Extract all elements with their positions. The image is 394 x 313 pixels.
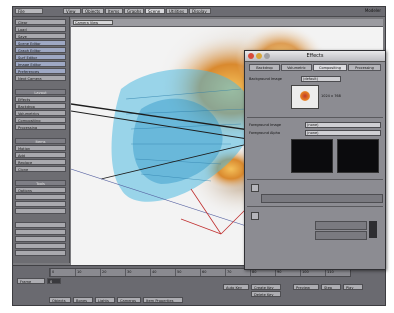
top-menu-bar: File View Objects Items Graphs Scene Uti… [13,7,385,17]
sidebar-header-tools: Tools [15,180,66,186]
cameras-button[interactable]: Cameras [117,297,141,303]
divider [247,206,383,207]
sidebar-item-save[interactable]: Save [15,33,66,39]
background-image-label: Background Image [249,77,282,81]
tab-compositing[interactable]: Compositing [313,64,347,71]
sidebar-item-backdrop[interactable]: Backdrop [15,103,66,109]
sidebar-item-surf-editor[interactable]: Surf Editor [15,54,66,60]
foreground-image-select[interactable]: (none) [305,122,381,128]
sidebar-item-blank-2[interactable] [15,201,66,207]
tab-graphs[interactable]: Graphs [124,8,144,14]
divider [247,179,383,180]
sidebar-item-clone[interactable]: Clone [15,166,66,172]
sidebar-item-image-editor[interactable]: Image Editor [15,61,66,67]
background-image-select[interactable]: (default) [301,76,341,82]
sidebar-item-options[interactable]: Options [15,187,66,193]
tab-utilities[interactable]: Utilities [166,8,188,14]
sidebar-item-add[interactable]: Add [15,152,66,158]
timeline-tick-label: 0 [52,270,55,274]
sidebar-item-load[interactable]: Load [15,26,66,32]
value-field[interactable] [315,221,367,230]
divider [247,117,383,118]
create-key-button[interactable]: Create Key [251,284,281,290]
minimize-icon[interactable] [256,53,262,59]
bones-button[interactable]: Bones [73,297,93,303]
close-icon[interactable] [248,53,254,59]
timeline-tick-label: 80 [252,270,257,274]
file-menu-button[interactable]: File [15,8,43,14]
sidebar-item-clear[interactable]: Clear [15,19,66,25]
foreground-alpha-select[interactable]: (none) [305,130,381,136]
tab-processing[interactable]: Processing [348,64,381,71]
alpha-preview [337,139,379,173]
sidebar-item-blank-5[interactable] [15,229,66,235]
sidebar-item-next-camera[interactable]: Next Camera [15,75,66,81]
sidebar-item-blank-8[interactable] [15,250,66,256]
timeline-tick-label: 50 [177,270,182,274]
viewport-header: Camera View [71,19,383,27]
sidebar-item-blank-3[interactable] [15,208,66,214]
color-swatch[interactable] [369,221,377,238]
tab-view[interactable]: View [63,8,81,14]
timeline-tick-label: 60 [202,270,207,274]
tab-objects[interactable]: Objects [82,8,104,14]
frame-label: Frame [17,278,45,284]
sidebar-item-compositing[interactable]: Compositing [15,117,66,123]
sidebar-item-blank-6[interactable] [15,236,66,242]
fire-thumbnail-image [300,91,310,101]
zoom-icon[interactable] [264,53,270,59]
sidebar-item-scene-editor[interactable]: Scene Editor [15,40,66,46]
bottom-control-bar: 0 10 20 30 40 50 60 70 80 90 100 110 Fra… [13,265,385,305]
settings-slider[interactable] [261,194,383,203]
timeline-tick-label: 30 [127,270,132,274]
foreground-preview [291,139,333,173]
step-button[interactable]: Step [321,284,341,290]
timeline-tick-label: 40 [152,270,157,274]
background-thumbnail [291,85,319,109]
timeline-tick-label: 110 [327,270,334,274]
sidebar-item-volumetrics[interactable]: Volumetrics [15,110,66,116]
play-button[interactable]: Play [343,284,363,290]
tab-scene[interactable]: Scene [145,8,165,14]
sidebar-item-blank-1[interactable] [15,194,66,200]
foreground-alpha-label: Foreground Alpha [249,131,280,135]
sidebar-header-items: Items [15,138,66,144]
modeler-switch[interactable]: Modeler [365,8,381,14]
sidebar-header-layout: Layout [15,89,66,95]
item-properties-button[interactable]: Item Properties [143,297,183,303]
sidebar-item-graph-editor[interactable]: Graph Editor [15,47,66,53]
enable-checkbox[interactable] [251,184,259,192]
timeline-tick-label: 20 [102,270,107,274]
delete-key-button[interactable]: Delete Key [251,291,281,297]
foreground-image-label: Foreground Image [249,123,282,127]
left-toolbar: Clear Load Save Scene Editor Graph Edito… [13,17,70,263]
enable-checkbox[interactable] [251,212,259,220]
image-size-caption: 1024 x 768 [321,94,341,98]
view-type-select[interactable]: Camera View [73,20,113,25]
sidebar-item-replace[interactable]: Replace [15,159,66,165]
tab-backdrop[interactable]: Backdrop [249,64,280,71]
timeline-tick-label: 100 [302,270,309,274]
sidebar-item-effects[interactable]: Effects [15,96,66,102]
sidebar-item-blank-7[interactable] [15,243,66,249]
lights-button[interactable]: Lights [95,297,115,303]
value-field[interactable] [315,231,367,240]
sidebar-item-preferences[interactable]: Preferences [15,68,66,74]
timeline-tick-label: 10 [77,270,82,274]
tab-display[interactable]: Display [189,8,211,14]
sidebar-item-blank-4[interactable] [15,222,66,228]
frame-field[interactable]: 0 [47,278,61,284]
sidebar-item-motion[interactable]: Motion [15,145,66,151]
auto-key-button[interactable]: Auto Key [223,284,249,290]
sidebar-item-processing[interactable]: Processing [15,124,66,130]
effects-window: Effects Backdrop Volumetric Compositing … [244,50,386,270]
tab-volumetric[interactable]: Volumetric [281,64,312,71]
preview-button[interactable]: Preview [293,284,319,290]
timeline-tick-label: 70 [227,270,232,274]
tab-items[interactable]: Items [105,8,123,14]
objects-button[interactable]: Objects [49,297,71,303]
timeline-tick-label: 90 [277,270,282,274]
